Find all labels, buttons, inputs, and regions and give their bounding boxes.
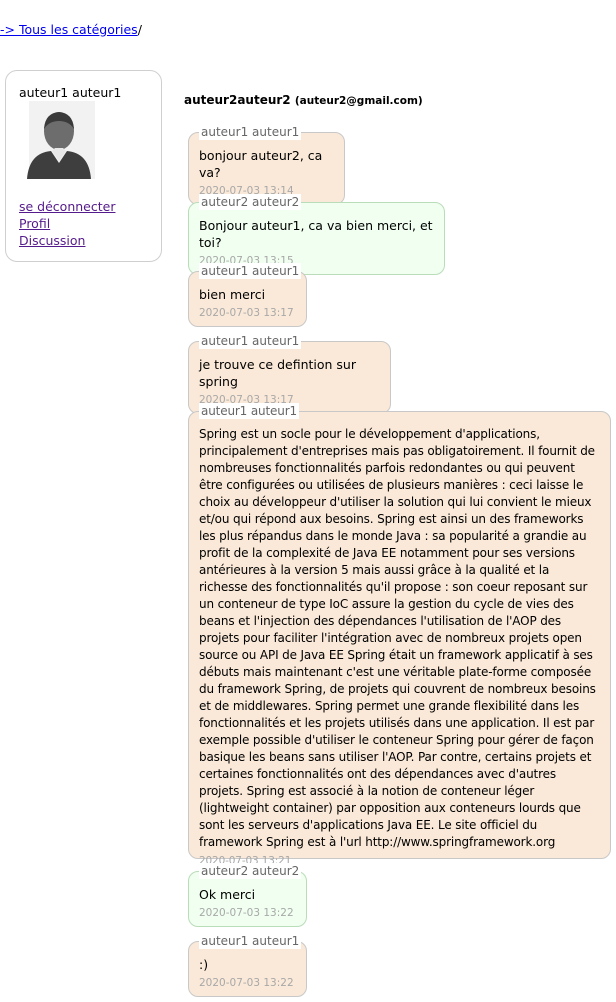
- message-bubble: auteur1 auteur1 bien merci 2020-07-03 13…: [188, 263, 307, 327]
- message-text: Ok merci: [199, 887, 256, 902]
- message-bubble: auteur1 auteur1 :) 2020-07-03 13:22: [188, 933, 307, 997]
- conversation-title: auteur2auteur2: [184, 93, 291, 107]
- message-bubble: auteur1 auteur1 Spring est un socle pour…: [188, 403, 611, 867]
- message-text: Spring est un socle pour le développemen…: [199, 427, 596, 849]
- user-panel: auteur1 auteur1 se déconnecter Profil Di…: [5, 70, 162, 262]
- all-categories-link[interactable]: -> Tous les catégories: [0, 22, 138, 37]
- message-sender: auteur2 auteur2: [199, 194, 302, 210]
- logout-link[interactable]: se déconnecter: [19, 198, 115, 215]
- message-sender: auteur1 auteur1: [199, 124, 302, 140]
- message-time: 2020-07-03 13:17: [199, 307, 294, 319]
- message-text: bien merci: [199, 287, 266, 302]
- user-links: se déconnecter Profil Discussion: [19, 198, 115, 249]
- user-silhouette-icon: [21, 101, 97, 179]
- breadcrumb: -> Tous les catégories/: [0, 22, 142, 37]
- conversation-email: (auteur2@gmail.com): [294, 95, 423, 107]
- user-name: auteur1 auteur1: [19, 85, 122, 100]
- message-sender: auteur2 auteur2: [199, 863, 302, 879]
- message-time: 2020-07-03 13:22: [199, 907, 294, 919]
- breadcrumb-separator: /: [137, 22, 142, 37]
- message-text: je trouve ce defintion sur spring: [199, 357, 356, 389]
- message-sender: auteur1 auteur1: [199, 933, 302, 949]
- message-bubble: auteur2 auteur2 Ok merci 2020-07-03 13:2…: [188, 863, 307, 927]
- message-time: 2020-07-03 13:22: [199, 977, 294, 989]
- message-sender: auteur1 auteur1: [199, 403, 300, 419]
- discussion-link[interactable]: Discussion: [19, 232, 115, 249]
- message-sender: auteur1 auteur1: [199, 263, 302, 279]
- profile-link[interactable]: Profil: [19, 215, 115, 232]
- conversation-header: auteur2auteur2 (auteur2@gmail.com): [184, 93, 423, 107]
- message-text: bonjour auteur2, ca va?: [199, 148, 323, 180]
- message-text: Bonjour auteur1, ca va bien merci, et to…: [199, 218, 433, 250]
- message-text: :): [199, 957, 209, 972]
- message-sender: auteur1 auteur1: [199, 333, 302, 349]
